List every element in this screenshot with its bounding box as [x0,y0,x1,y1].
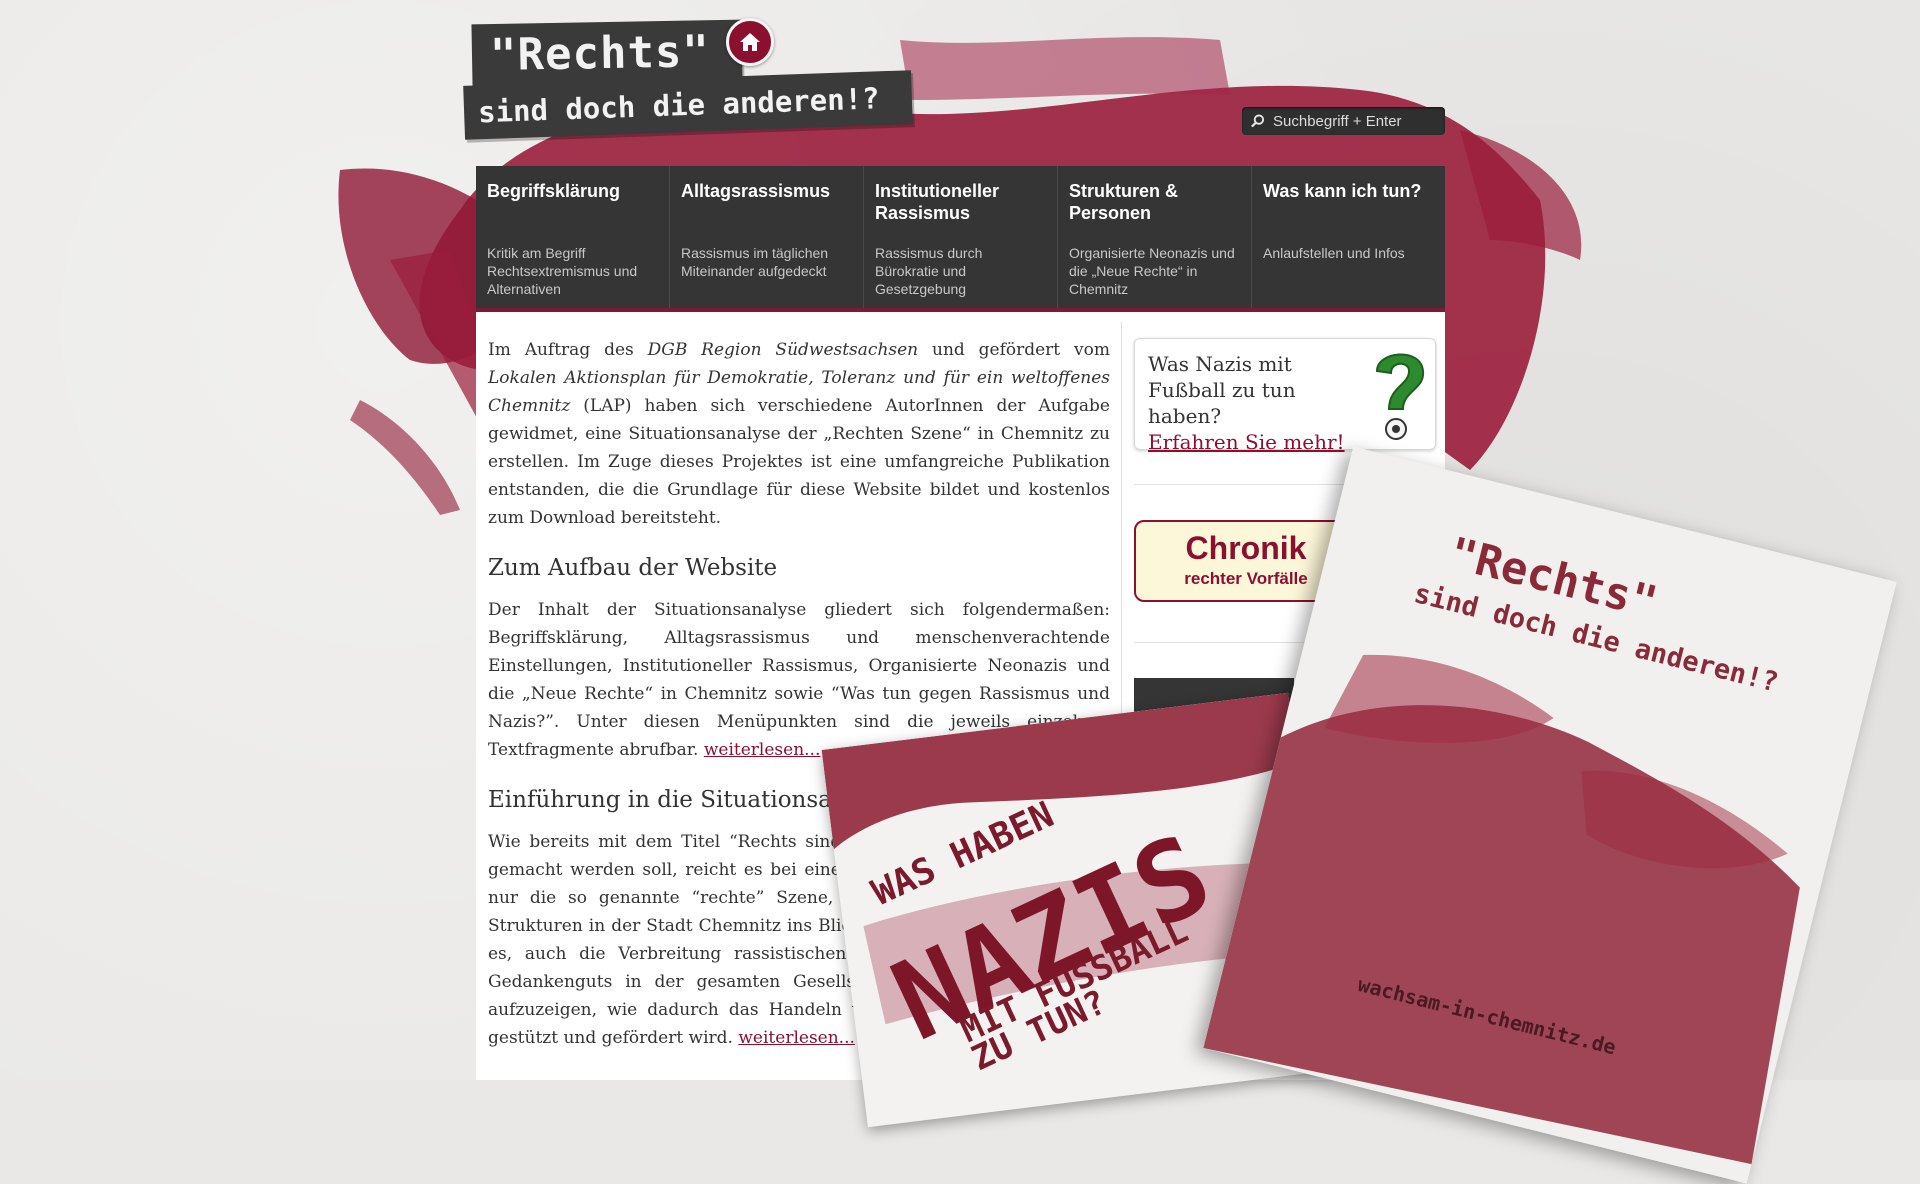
aufbau-read-more-link[interactable]: weiterlesen... [704,740,821,760]
fussball-teaser-text: Was Nazis mit Fußball zu tun haben? [1148,352,1296,428]
site-logo[interactable]: "Rechts" sind doch die anderen!? [463,19,913,140]
nav-subtitle: Organisierte Neonazis und die „Neue Rech… [1069,245,1235,297]
nav-item-institutioneller-rassismus[interactable]: Institutioneller Rassismus Rassismus dur… [864,166,1058,308]
fussball-teaser-text-wrap: Was Nazis mit Fußball zu tun haben? Erfa… [1148,351,1363,455]
nav-subtitle: Kritik am Begriff Rechtsextremismus und … [487,245,638,297]
question-mark-icon [1375,353,1425,440]
chronik-title: Chronik [1185,530,1307,566]
main-navigation: Begriffsklärung Kritik am Begriff Rechts… [476,166,1445,312]
nav-title: Was kann ich tun? [1263,181,1422,201]
search-box[interactable] [1242,107,1445,135]
logo-line1: "Rechts" [489,26,711,82]
search-input[interactable] [1271,111,1445,131]
intro-text-2: und gefördert vom [918,340,1110,360]
nav-title: Strukturen & Personen [1069,181,1179,223]
nav-title: Begriffsklärung [487,181,621,201]
fussball-teaser[interactable]: Was Nazis mit Fußball zu tun haben? Erfa… [1134,338,1436,454]
nav-title: Institutioneller Rassismus [875,181,1000,223]
intro-emphasis-dgb: DGB Region Südwestsachsen [647,340,919,360]
nav-item-alltagsrassismus[interactable]: Alltagsrassismus Rassismus im täglichen … [670,166,864,308]
search-icon [1251,114,1265,128]
nav-subtitle: Anlaufstellen und Infos [1263,245,1405,261]
intro-text-1: Im Auftrag des [488,340,648,360]
home-icon [740,33,760,51]
nav-item-strukturen-personen[interactable]: Strukturen & Personen Organisierte Neona… [1058,166,1252,308]
fussball-teaser-link[interactable]: Erfahren Sie mehr! [1148,430,1345,454]
intro-paragraph: Im Auftrag des DGB Region Südwestsachsen… [488,336,1110,532]
nav-subtitle: Rassismus im täglichen Miteinander aufge… [681,245,829,279]
nav-title: Alltagsrassismus [681,181,831,201]
nav-item-begriffsklaerung[interactable]: Begriffsklärung Kritik am Begriff Rechts… [476,166,670,308]
heading-aufbau: Zum Aufbau der Website [488,555,778,581]
nav-subtitle: Rassismus durch Bürokratie und Gesetzgeb… [875,245,983,297]
nav-item-was-kann-ich-tun[interactable]: Was kann ich tun? Anlaufstellen und Info… [1252,166,1445,308]
einfuehrung-read-more-link[interactable]: weiterlesen... [738,1028,855,1048]
home-button[interactable] [726,18,774,66]
intro-text-3: (LAP) haben sich verschiedene AutorInnen… [488,396,1110,528]
